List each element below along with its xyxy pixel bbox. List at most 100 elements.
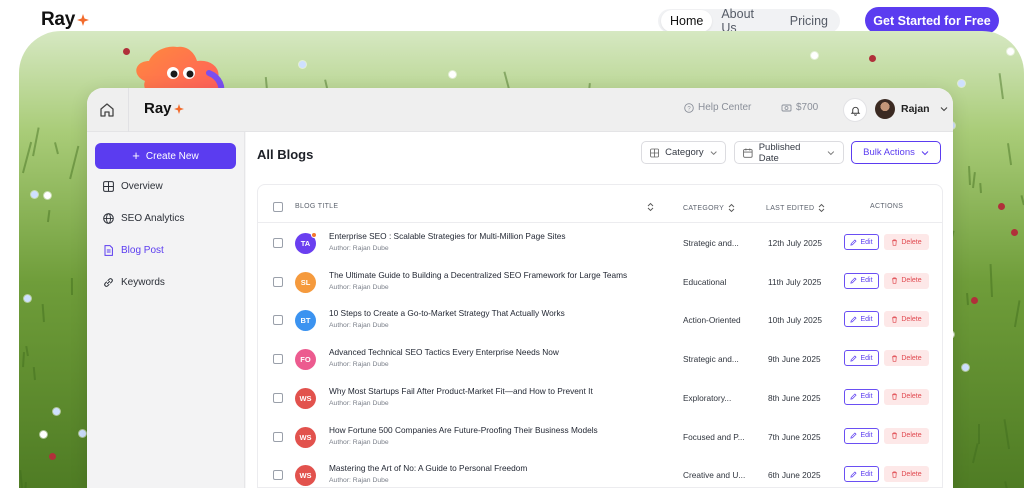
edit-label: Edit (860, 470, 873, 478)
table-row[interactable]: WS Mastering the Art of No: A Guide to Pe… (258, 455, 942, 488)
delete-button[interactable]: Delete (884, 350, 929, 367)
grass-blade (31, 127, 40, 157)
row-checkbox[interactable] (273, 470, 283, 481)
blog-title[interactable]: Why Most Startups Fail After Product-Mar… (329, 386, 593, 396)
edit-label: Edit (860, 315, 873, 323)
row-checkbox[interactable] (273, 238, 283, 248)
flower (298, 61, 306, 69)
bulk-actions-dropdown[interactable]: Bulk Actions (851, 141, 941, 164)
grass-blade (989, 263, 993, 297)
blog-title[interactable]: Advanced Technical SEO Tactics Every Ent… (329, 347, 559, 357)
edit-button[interactable]: Edit (844, 311, 879, 328)
flower (1006, 47, 1014, 55)
delete-button[interactable]: Delete (884, 311, 929, 328)
delete-button[interactable]: Delete (884, 272, 929, 289)
row-checkbox[interactable] (273, 276, 283, 287)
delete-label: Delete (901, 470, 922, 478)
edit-button[interactable]: Edit (844, 350, 879, 367)
home-icon[interactable] (99, 102, 115, 118)
blog-title[interactable]: Enterprise SEO : Scalable Strategies for… (329, 231, 566, 241)
table-row[interactable]: TA Enterprise SEO : Scalable Strategies f… (258, 223, 942, 261)
flower (52, 407, 60, 415)
blog-author: Author: Rajan Dube (329, 283, 389, 291)
nav-pricing[interactable]: Pricing (781, 10, 837, 32)
trash-icon (892, 355, 898, 362)
globe-icon (103, 213, 114, 224)
grass-blade (998, 72, 1005, 99)
delete-label: Delete (901, 315, 922, 323)
sidebar-item-blog-post[interactable]: Blog Post (103, 245, 164, 256)
sort-icon[interactable] (647, 202, 654, 212)
avatar-initials: FO (300, 355, 311, 365)
chevron-down-icon (827, 150, 835, 155)
blogs-table: BLOG TITLE CATEGORY LAST EDITED ACTIONS … (257, 184, 943, 488)
blog-last-edited: 8th June 2025 (768, 392, 821, 403)
sort-icon (818, 203, 825, 213)
table-row[interactable]: SL The Ultimate Guide to Building a Decen… (258, 262, 942, 300)
trash-icon (892, 432, 898, 439)
row-checkbox[interactable] (273, 354, 283, 365)
grass-blade (965, 292, 969, 306)
category-filter[interactable]: Category (641, 141, 726, 164)
credits-balance[interactable]: $700 (781, 102, 818, 113)
edit-button[interactable]: Edit (844, 466, 879, 483)
sidebar-item-keywords[interactable]: Keywords (103, 277, 165, 288)
blog-title[interactable]: Mastering the Art of No: A Guide to Pers… (329, 463, 527, 473)
sidebar-item-label: Blog Post (121, 245, 164, 256)
blog-last-edited: 7th June 2025 (768, 431, 821, 442)
plus-icon: + (132, 148, 140, 163)
table-row[interactable]: WS Why Most Startups Fail After Product-M… (258, 378, 942, 416)
user-menu[interactable]: Rajan (875, 99, 948, 119)
col-header-last-edited[interactable]: LAST EDITED (766, 203, 825, 213)
pencil-icon (850, 355, 858, 362)
blog-title[interactable]: The Ultimate Guide to Building a Decentr… (329, 270, 627, 280)
link-icon (104, 278, 113, 287)
grass-blade (1020, 194, 1024, 206)
table-row[interactable]: WS How Fortune 500 Companies Are Future-P… (258, 417, 942, 455)
grass-blade (1003, 419, 1011, 449)
edit-button[interactable]: Edit (844, 272, 879, 289)
red-flower (1010, 228, 1018, 236)
published-date-filter[interactable]: Published Date (734, 141, 844, 164)
pencil-icon (850, 432, 858, 439)
app-logo[interactable]: Ray (144, 100, 184, 117)
document-icon (104, 245, 113, 256)
help-center-link[interactable]: ? Help Center (684, 102, 751, 113)
edit-button[interactable]: Edit (844, 234, 879, 250)
edit-button[interactable]: Edit (844, 427, 879, 444)
row-checkbox[interactable] (273, 315, 283, 326)
nav-home[interactable]: Home (661, 10, 713, 32)
sidebar-item-overview[interactable]: Overview (103, 181, 163, 192)
blog-title[interactable]: 10 Steps to Create a Go-to-Market Strate… (329, 308, 565, 318)
delete-button[interactable]: Delete (884, 427, 929, 444)
sidebar: + Create New Overview SEO Analytics Blog… (87, 132, 245, 488)
table-row[interactable]: FO Advanced Technical SEO Tactics Every E… (258, 339, 942, 377)
create-new-button[interactable]: + Create New (95, 143, 236, 169)
author-avatar: WS (295, 387, 316, 409)
notifications-button[interactable] (843, 98, 867, 122)
get-started-button[interactable]: Get Started for Free (865, 7, 999, 34)
delete-button[interactable]: Delete (884, 234, 929, 250)
avatar-initials: WS (299, 432, 312, 442)
delete-label: Delete (901, 354, 922, 362)
row-checkbox[interactable] (273, 392, 283, 403)
blog-author: Author: Rajan Dube (329, 245, 389, 252)
col-header-title[interactable]: BLOG TITLE (295, 203, 338, 210)
grass-blade (1003, 481, 1010, 488)
delete-button[interactable]: Delete (884, 466, 929, 483)
row-checkbox[interactable] (273, 431, 283, 442)
grass-blade (24, 482, 28, 488)
grid-icon (650, 148, 659, 157)
edit-button[interactable]: Edit (844, 388, 879, 405)
delete-button[interactable]: Delete (884, 388, 929, 405)
col-header-category[interactable]: CATEGORY (683, 203, 735, 213)
site-logo[interactable]: Ray (41, 9, 89, 31)
logo-spark-icon (76, 14, 89, 26)
col-header-actions-label: ACTIONS (870, 203, 904, 210)
blog-title[interactable]: How Fortune 500 Companies Are Future-Pro… (329, 425, 598, 435)
published-date-label: Published Date (758, 141, 801, 164)
select-all-checkbox[interactable] (273, 202, 283, 212)
sidebar-item-seo-analytics[interactable]: SEO Analytics (103, 213, 184, 224)
author-avatar: BT (295, 310, 316, 332)
table-row[interactable]: BT 10 Steps to Create a Go-to-Market Stra… (258, 300, 942, 338)
